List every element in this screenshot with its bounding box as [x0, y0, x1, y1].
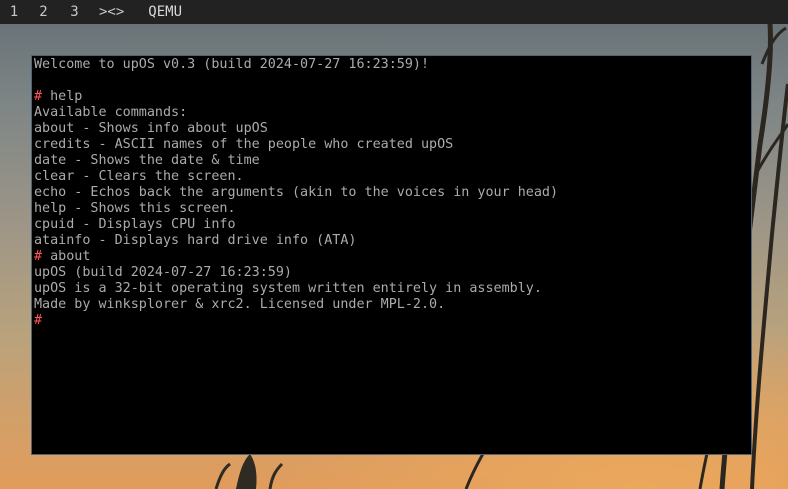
status-bar: 1 2 3 ><> QEMU: [0, 0, 788, 24]
terminal-prompt-line: #: [34, 313, 558, 329]
terminal-line: Made by winksplorer & xrc2. Licensed und…: [34, 297, 558, 313]
command-text: help: [42, 89, 83, 104]
terminal-line: Welcome to upOS v0.3 (build 2024-07-27 1…: [34, 57, 558, 73]
output-text: upOS is a 32-bit operating system writte…: [34, 281, 542, 296]
window-title: QEMU: [148, 4, 183, 20]
terminal-output[interactable]: Welcome to upOS v0.3 (build 2024-07-27 1…: [34, 57, 558, 329]
prompt-symbol: #: [34, 313, 43, 328]
output-text: date - Shows the date & time: [34, 153, 260, 168]
terminal-line: about - Shows info about upOS: [34, 121, 558, 137]
output-text: Made by winksplorer & xrc2. Licensed und…: [34, 297, 446, 312]
output-text: help - Shows this screen.: [34, 201, 236, 216]
layout-indicator[interactable]: ><>: [99, 0, 124, 24]
qemu-window[interactable]: Welcome to upOS v0.3 (build 2024-07-27 1…: [31, 55, 752, 455]
workspace-2-button[interactable]: 2: [28, 0, 59, 24]
terminal-prompt-line: # about: [34, 249, 558, 265]
output-text: upOS (build 2024-07-27 16:23:59): [34, 265, 292, 280]
terminal-line: clear - Clears the screen.: [34, 169, 558, 185]
output-text: cpuid - Displays CPU info: [34, 217, 236, 232]
terminal-line: date - Shows the date & time: [34, 153, 558, 169]
output-text: credits - ASCII names of the people who …: [34, 137, 454, 152]
terminal-line: atainfo - Displays hard drive info (ATA): [34, 233, 558, 249]
terminal-line: help - Shows this screen.: [34, 201, 558, 217]
output-text: clear - Clears the screen.: [34, 169, 244, 184]
terminal-line: upOS is a 32-bit operating system writte…: [34, 281, 558, 297]
terminal-line: echo - Echos back the arguments (akin to…: [34, 185, 558, 201]
output-text: Available commands:: [34, 105, 188, 120]
terminal-line: credits - ASCII names of the people who …: [34, 137, 558, 153]
workspace-3-button[interactable]: 3: [59, 0, 90, 24]
output-text: Welcome to upOS v0.3 (build 2024-07-27 1…: [34, 57, 430, 72]
terminal-line: Available commands:: [34, 105, 558, 121]
terminal-prompt-line: # help: [34, 89, 558, 105]
command-text: about: [42, 249, 91, 264]
workspace-1-button[interactable]: 1: [0, 0, 28, 24]
terminal-line: cpuid - Displays CPU info: [34, 217, 558, 233]
output-text: about - Shows info about upOS: [34, 121, 268, 136]
terminal-line: upOS (build 2024-07-27 16:23:59): [34, 265, 558, 281]
prompt-symbol: #: [34, 89, 43, 104]
output-text: echo - Echos back the arguments (akin to…: [34, 185, 559, 200]
prompt-symbol: #: [34, 249, 43, 264]
output-text: atainfo - Displays hard drive info (ATA): [34, 233, 357, 248]
